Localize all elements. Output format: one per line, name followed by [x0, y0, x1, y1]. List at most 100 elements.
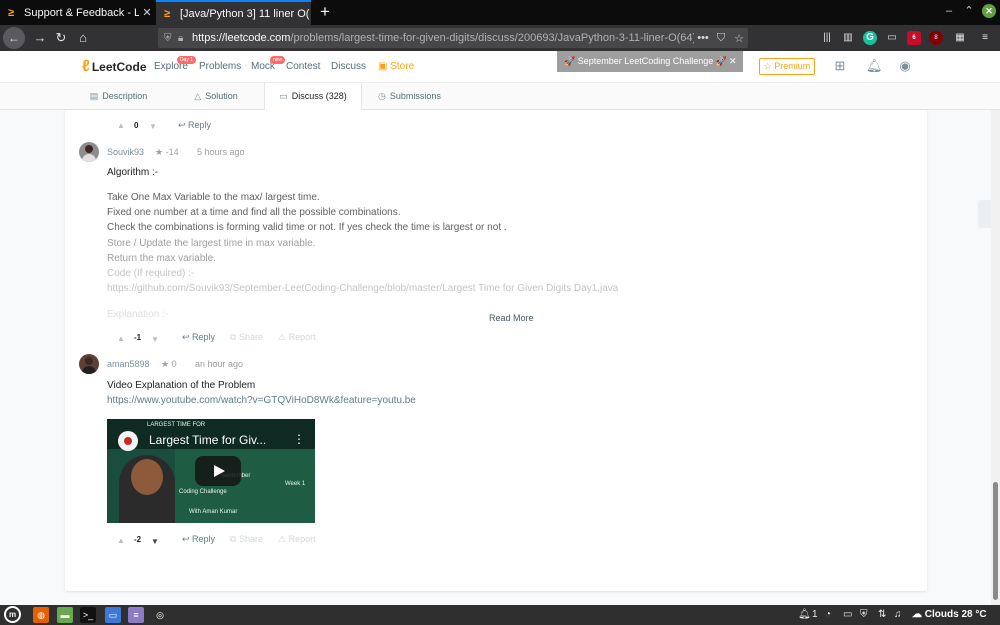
post-username[interactable]: aman5898	[107, 359, 150, 369]
post-link[interactable]: https://github.com/Souvik93/September-Le…	[107, 283, 618, 294]
challenge-banner[interactable]: 🚀 September LeetCoding Challenge 🚀 ✕	[557, 51, 743, 72]
tab-submissions[interactable]: ◷ Submissions	[362, 83, 457, 110]
ublock-icon[interactable]: 8	[929, 31, 943, 45]
page-actions-icon[interactable]: •••	[694, 32, 712, 44]
browser-tab-discuss[interactable]: ≥ [Java/Python 3] 11 liner O(	[156, 0, 311, 25]
extension-icon[interactable]: ▭	[885, 31, 899, 45]
report-button[interactable]: ⚠ Report	[278, 534, 316, 545]
reputation: ★ 0	[161, 359, 177, 370]
nav-discuss[interactable]: Discuss	[331, 61, 366, 72]
nav-contest[interactable]: Contest	[286, 61, 320, 72]
video-menu-icon[interactable]: ⋮	[293, 432, 305, 446]
youtube-link[interactable]: https://www.youtube.com/watch?v=GTQViHoD…	[107, 395, 416, 406]
reply-button[interactable]: ↩ Reply	[182, 332, 215, 343]
home-icon[interactable]: ⌂	[72, 28, 94, 48]
tab-title: Support & Feedback - LeetC	[24, 6, 139, 19]
browser-tab-support[interactable]: ≥ Support & Feedback - LeetC ✕	[0, 0, 155, 25]
terminal-icon[interactable]: >_	[80, 607, 96, 623]
start-menu-icon[interactable]: m	[4, 606, 21, 623]
back-icon[interactable]: ←	[3, 27, 25, 49]
close-banner-icon[interactable]: ✕	[729, 56, 743, 67]
leetcode-logo-text: LeetCode	[91, 60, 147, 74]
reply-label: Reply	[192, 332, 216, 342]
extensions-grid-icon[interactable]: ▦	[953, 31, 967, 45]
tab-discuss[interactable]: ▭ Discuss (328)	[264, 83, 362, 110]
downvote-icon[interactable]: ▼	[149, 122, 157, 131]
reload-icon[interactable]: ↻	[50, 28, 72, 48]
nav-store[interactable]: ▣ Store	[378, 61, 414, 72]
library-icon[interactable]: |||	[820, 31, 834, 45]
menu-icon[interactable]: ≡	[978, 31, 992, 45]
upvote-icon[interactable]: ▲	[117, 536, 125, 545]
sidebar-icon[interactable]: ▥	[841, 31, 855, 45]
share-button[interactable]: ⧉ Share	[230, 332, 263, 343]
reply-button[interactable]: ↩ Reply	[182, 534, 215, 545]
avatar[interactable]	[79, 142, 99, 162]
nav-problems[interactable]: Problems	[199, 61, 241, 72]
url-text[interactable]: https://leetcode.com/problems/largest-ti…	[192, 32, 694, 44]
tab-description[interactable]: ▤ Description	[66, 83, 171, 110]
playground-icon[interactable]: ⊞	[833, 59, 847, 73]
weather-widget[interactable]: ☁ Clouds 28 °C	[912, 609, 987, 620]
share-icon: ⧉	[230, 332, 239, 342]
video-embed[interactable]: September Coding Challenge With Aman Kum…	[107, 419, 315, 523]
post-line: Take One Max Variable to the max/ larges…	[107, 192, 320, 203]
tab-solution[interactable]: △ Solution	[171, 83, 261, 110]
nav-explore-badge: Day 1	[177, 56, 197, 64]
network-icon[interactable]: ⇅	[878, 609, 886, 620]
channel-logo-icon[interactable]	[118, 431, 138, 451]
pocket-icon[interactable]: ⛉	[712, 32, 730, 45]
update-icon[interactable]: ◔	[825, 609, 831, 620]
reply-icon: ↩	[178, 120, 189, 130]
grammarly-icon[interactable]: G	[863, 31, 877, 45]
avatar[interactable]	[79, 354, 99, 374]
upvote-icon[interactable]: ▲	[117, 121, 125, 130]
close-tab-icon[interactable]: ✕	[139, 6, 155, 19]
nav-store-label: Store	[390, 61, 415, 72]
url-bar[interactable]: ⛨ 🔒︎ https://leetcode.com/problems/large…	[158, 28, 748, 48]
play-button-icon[interactable]	[195, 456, 241, 486]
read-more-button[interactable]: Read More	[489, 313, 534, 323]
leetcode-logo[interactable]: ℓ LeetCode	[82, 59, 147, 75]
lock-icon[interactable]: 🔒︎	[178, 33, 192, 44]
chrome-icon[interactable]: ◎	[152, 607, 168, 623]
scrollbar-thumb[interactable]	[993, 482, 998, 600]
adblock-count: 6	[912, 35, 916, 41]
adblock-plus-icon[interactable]: 6	[907, 31, 921, 45]
close-window-icon[interactable]: ✕	[982, 4, 996, 18]
drive-icon[interactable]: ▭	[843, 609, 852, 620]
window-icon[interactable]: ▭	[105, 607, 121, 623]
video-banner-text: LARGEST TIME FOR	[147, 422, 206, 428]
tab-submissions-label: Submissions	[389, 91, 441, 101]
downvote-icon[interactable]: ▼	[151, 537, 159, 546]
notification-bell-icon[interactable]: 🔔︎	[866, 59, 883, 73]
new-tab-icon[interactable]: +	[316, 3, 334, 21]
video-title[interactable]: Largest Time for Giv...	[149, 433, 266, 447]
post-username[interactable]: Souvik93	[107, 147, 144, 157]
upvote-icon[interactable]: ▲	[117, 334, 125, 343]
report-button[interactable]: ⚠ Report	[278, 332, 316, 343]
page-scrollbar[interactable]	[991, 110, 1000, 605]
side-panel-handle[interactable]	[978, 200, 992, 228]
video-board-text: With Aman Kumar	[189, 509, 238, 515]
minimize-icon[interactable]: –	[942, 4, 956, 18]
shield-tray-icon[interactable]: ⛨	[860, 609, 868, 620]
maximize-icon[interactable]: ⌃	[962, 4, 976, 18]
notification-icon[interactable]: 🔔︎	[798, 609, 811, 620]
shield-icon[interactable]: ⛨	[164, 33, 178, 44]
bookmark-star-icon[interactable]: ☆	[730, 32, 748, 45]
downvote-icon[interactable]: ▼	[151, 335, 159, 344]
files-icon[interactable]: ▬	[57, 607, 73, 623]
share-label: Share	[238, 534, 263, 544]
reply-button[interactable]: ↩ Reply	[178, 120, 211, 131]
music-icon[interactable]: ♫	[894, 609, 902, 620]
account-avatar-icon[interactable]: ◉	[898, 59, 912, 73]
leetcode-favicon-icon: ≥	[164, 7, 171, 20]
forward-icon[interactable]: →	[29, 28, 51, 48]
text-editor-icon[interactable]: ≡	[128, 607, 144, 623]
video-board-text: Coding Challenge	[179, 489, 227, 495]
firefox-icon[interactable]: ◍	[33, 607, 49, 623]
premium-button[interactable]: ☆ Premium	[759, 58, 815, 75]
share-button[interactable]: ⧉ Share	[230, 534, 263, 545]
tab-solution-label: Solution	[205, 91, 238, 101]
